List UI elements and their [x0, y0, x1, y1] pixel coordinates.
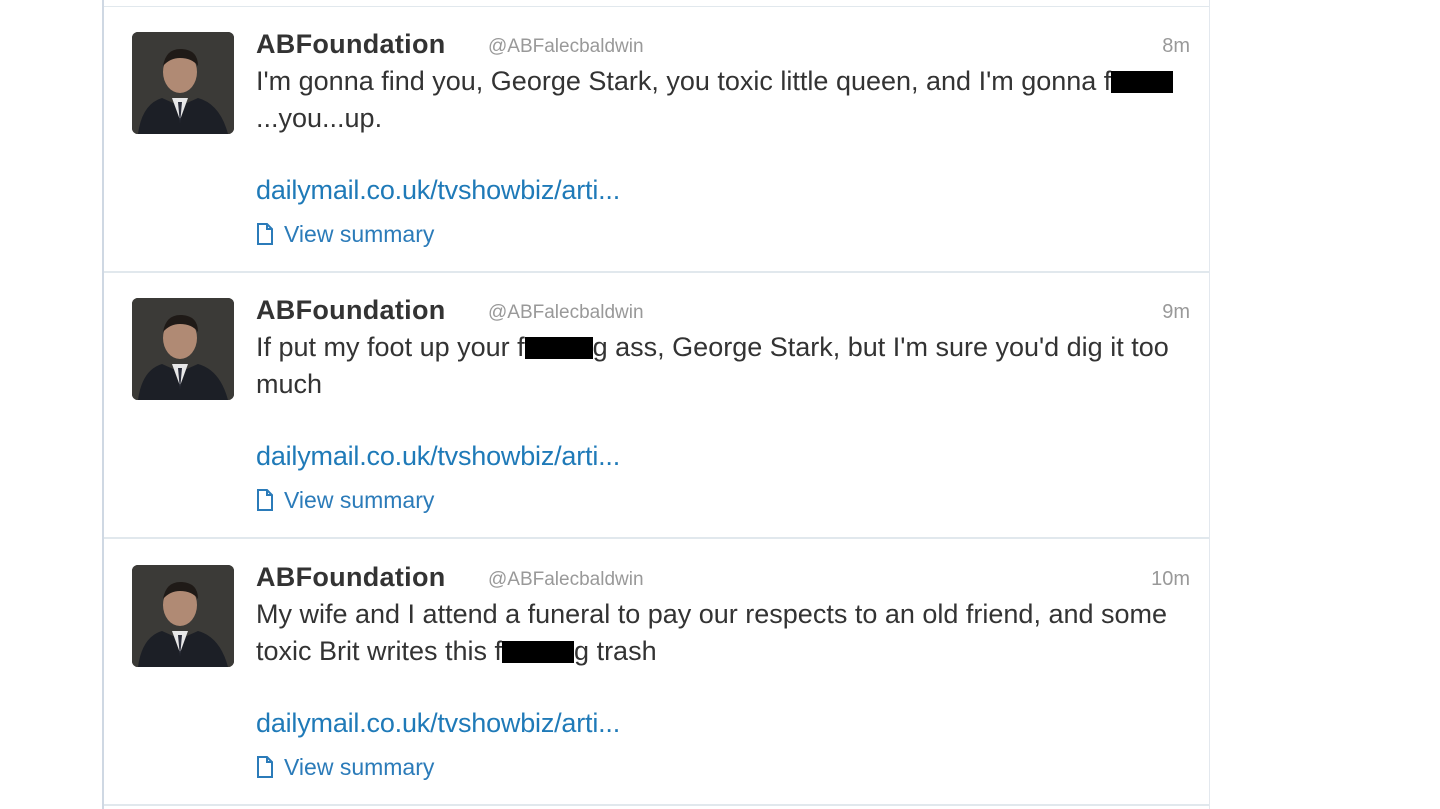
document-icon — [257, 489, 273, 511]
tweet-timestamp[interactable]: 9m — [1162, 301, 1190, 324]
avatar[interactable] — [132, 32, 234, 134]
page: ABFoundation @ABFalecbaldwin 8m I'm gonn… — [0, 0, 1440, 809]
tweet-text-part: ...you...up. — [256, 103, 383, 133]
tweet-timestamp[interactable]: 10m — [1151, 568, 1190, 591]
avatar[interactable] — [132, 565, 234, 667]
view-summary-button[interactable]: View summary — [256, 752, 434, 782]
user-name[interactable]: ABFoundation — [256, 29, 446, 60]
view-summary-button[interactable]: View summary — [256, 485, 434, 515]
tweet-text-part: g trash — [574, 636, 657, 666]
user-handle[interactable]: @ABFalecbaldwin — [488, 569, 644, 591]
tweet-text-part: My wife and I attend a funeral to pay ou… — [256, 599, 1168, 666]
tweet-item[interactable]: ABFoundation @ABFalecbaldwin 10m My wife… — [104, 540, 1209, 806]
tweet-text: If put my foot up your fg ass, George St… — [256, 329, 1176, 403]
view-summary-label: View summary — [284, 753, 435, 780]
tweet-timeline: ABFoundation @ABFalecbaldwin 8m I'm gonn… — [102, 0, 1210, 809]
tweet-item[interactable]: ABFoundation @ABFalecbaldwin 9m If put m… — [104, 273, 1209, 539]
tweet-text: I'm gonna find you, George Stark, you to… — [256, 63, 1176, 137]
tweet-text-part: I'm gonna find you, George Stark, you to… — [256, 66, 1112, 96]
redaction-bar — [502, 641, 575, 663]
tweet-link[interactable]: dailymail.co.uk/tvshowbiz/arti... — [256, 708, 620, 739]
view-summary-label: View summary — [284, 486, 435, 513]
avatar[interactable] — [132, 298, 234, 400]
tweet-timestamp[interactable]: 8m — [1162, 35, 1190, 58]
tweet-link[interactable]: dailymail.co.uk/tvshowbiz/arti... — [256, 175, 620, 206]
tweet-text-part: If put my foot up your f — [256, 332, 525, 362]
redaction-bar — [524, 337, 593, 359]
tweet-link[interactable]: dailymail.co.uk/tvshowbiz/arti... — [256, 441, 620, 472]
view-summary-button[interactable]: View summary — [256, 219, 434, 249]
user-name[interactable]: ABFoundation — [256, 295, 446, 326]
view-summary-label: View summary — [284, 220, 435, 247]
document-icon — [257, 223, 273, 245]
document-icon — [257, 756, 273, 778]
redaction-bar — [1111, 71, 1174, 93]
user-handle[interactable]: @ABFalecbaldwin — [488, 36, 644, 58]
user-name[interactable]: ABFoundation — [256, 562, 446, 593]
tweet-text: My wife and I attend a funeral to pay ou… — [256, 596, 1176, 670]
tweet-item[interactable]: ABFoundation @ABFalecbaldwin 8m I'm gonn… — [104, 7, 1209, 273]
user-handle[interactable]: @ABFalecbaldwin — [488, 302, 644, 324]
